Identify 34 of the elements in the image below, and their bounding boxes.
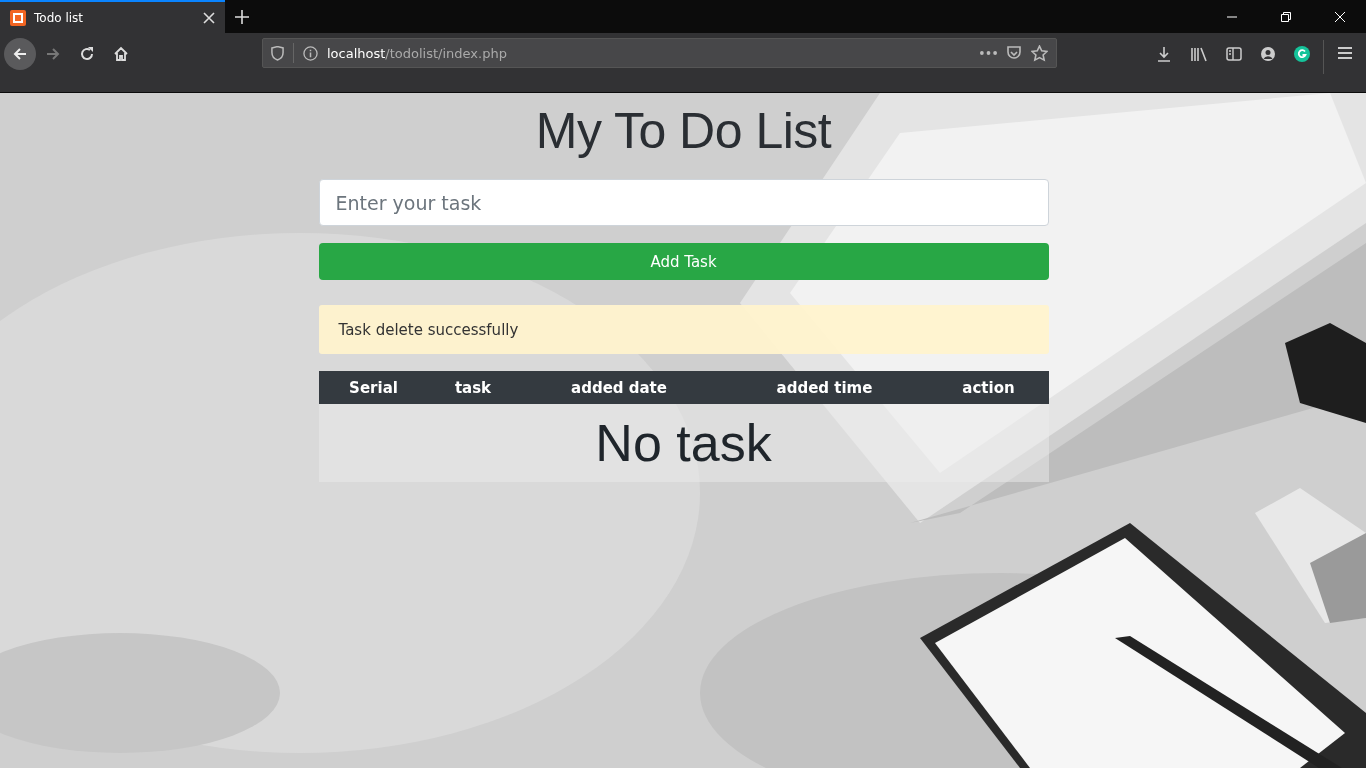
column-header: added time: [775, 378, 874, 397]
home-icon[interactable]: [113, 46, 129, 62]
url-text: localhost/todolist/index.php: [327, 45, 507, 61]
more-icon[interactable]: [980, 51, 997, 55]
tab-title: Todo list: [34, 10, 85, 25]
forward-icon[interactable]: [45, 46, 61, 62]
column-header: task: [453, 378, 493, 397]
library-icon[interactable]: [1190, 46, 1208, 62]
back-arrow-icon[interactable]: [12, 46, 28, 62]
task-input[interactable]: Enter your task: [318, 179, 1049, 226]
extension-icon[interactable]: [1294, 46, 1310, 62]
close-window-icon[interactable]: [1334, 10, 1346, 23]
download-icon[interactable]: [1156, 46, 1172, 62]
close-tab-icon[interactable]: [203, 11, 215, 24]
account-icon[interactable]: [1260, 46, 1276, 62]
back-button[interactable]: [4, 38, 36, 70]
pocket-icon[interactable]: [1006, 45, 1022, 61]
sidebar-icon[interactable]: [1226, 46, 1242, 62]
shield-icon: [271, 45, 284, 61]
new-tab-icon[interactable]: [235, 9, 249, 24]
empty-message: No task: [595, 413, 772, 473]
star-icon[interactable]: [1031, 44, 1048, 62]
column-header: Serial: [348, 378, 399, 397]
browser-tab[interactable]: Todo list: [0, 0, 225, 33]
column-header: action: [961, 378, 1016, 397]
menu-icon[interactable]: [1337, 46, 1353, 60]
app-logo-icon: [10, 9, 26, 26]
alert-message: Task delete successfully: [318, 305, 1049, 354]
column-header: added date: [570, 378, 668, 397]
page-title: My To Do List: [534, 102, 833, 161]
info-icon[interactable]: [303, 45, 318, 61]
address-bar[interactable]: localhost/todolist/index.php: [262, 38, 1057, 68]
reload-icon[interactable]: [79, 46, 95, 62]
restore-icon[interactable]: [1280, 10, 1292, 23]
